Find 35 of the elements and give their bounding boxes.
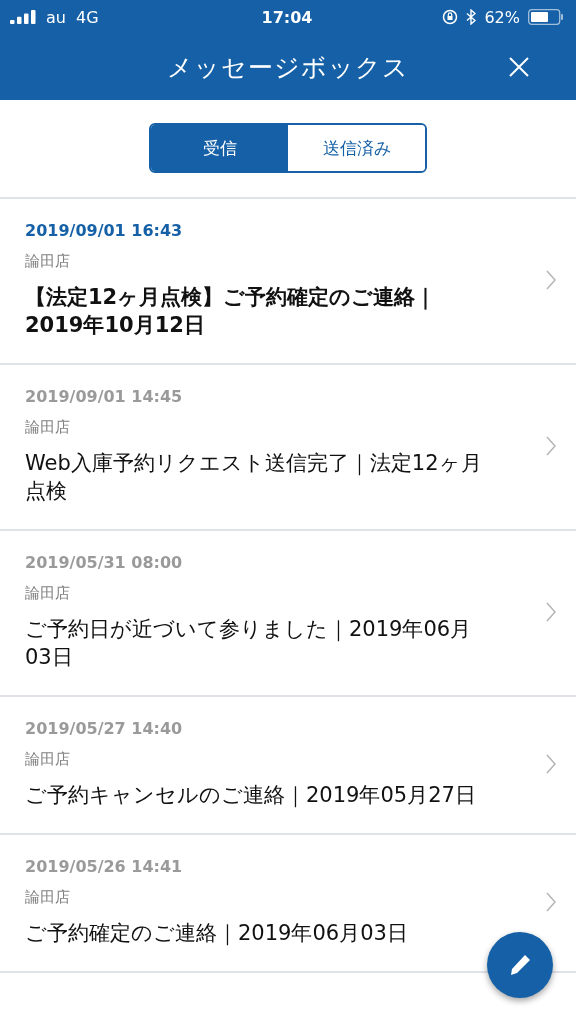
message-title: ご予約キャンセルのご連絡｜2019年05月27日 bbox=[25, 782, 477, 809]
battery-icon bbox=[528, 9, 564, 25]
compose-button[interactable] bbox=[487, 932, 553, 998]
message-date: 2019/09/01 16:43 bbox=[25, 221, 184, 240]
message-date: 2019/05/31 08:00 bbox=[25, 553, 184, 572]
network-type: 4G bbox=[75, 7, 99, 27]
message-item[interactable]: 2019/09/01 14:45 論田店 Web入庫予約リクエスト送信完了｜法定12ヶ月点検 bbox=[0, 365, 576, 531]
message-item[interactable]: 2019/05/31 08:00 論田店 ご予約日が近づいて参りました｜2019年06月03日 bbox=[0, 531, 576, 697]
bluetooth-icon bbox=[466, 9, 477, 25]
chevron-icon bbox=[546, 754, 556, 774]
segment-tab[interactable]: 受信 bbox=[151, 125, 288, 171]
clock: 17:04 bbox=[261, 7, 313, 27]
message-date: 2019/09/01 14:45 bbox=[25, 387, 184, 406]
rotation-lock-icon bbox=[442, 9, 459, 25]
message-sender: 論田店 bbox=[25, 418, 71, 437]
chevron-icon bbox=[546, 892, 556, 912]
message-title: 【法定12ヶ月点検】ご予約確定のご連絡｜2019年10月12日 bbox=[25, 284, 438, 339]
battery-percent: 62% bbox=[484, 7, 520, 27]
chevron-icon bbox=[546, 270, 556, 290]
carrier-name: au bbox=[46, 7, 66, 27]
message-title: ご予約日が近づいて参りました｜2019年06月03日 bbox=[25, 616, 473, 671]
message-date: 2019/05/26 14:41 bbox=[25, 857, 184, 876]
message-item[interactable]: 2019/05/27 14:40 論田店 ご予約キャンセルのご連絡｜2019年05月27日 bbox=[0, 697, 576, 835]
chevron-icon bbox=[546, 436, 556, 456]
message-title: Web入庫予約リクエスト送信完了｜法定12ヶ月点検 bbox=[25, 450, 483, 505]
message-date: 2019/05/27 14:40 bbox=[25, 719, 184, 738]
message-item[interactable]: 2019/09/01 16:43 論田店 【法定12ヶ月点検】ご予約確定のご連絡｜2019年10月12日 bbox=[0, 199, 576, 365]
message-sender: 論田店 bbox=[25, 584, 71, 603]
chevron-icon bbox=[546, 602, 556, 622]
message-sender: 論田店 bbox=[25, 888, 71, 907]
screen-title: メッセージボックス bbox=[167, 51, 409, 84]
message-title: ご予約確定のご連絡｜2019年06月03日 bbox=[25, 920, 409, 947]
message-sender: 論田店 bbox=[25, 252, 71, 271]
message-sender: 論田店 bbox=[25, 750, 71, 769]
signal-icon bbox=[10, 10, 36, 24]
